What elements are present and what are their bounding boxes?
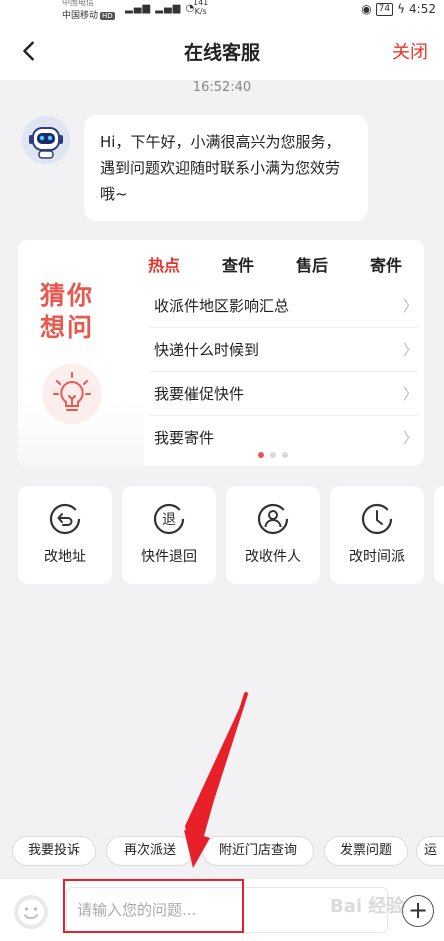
net-speed: 141 K/s <box>193 0 209 16</box>
action-label: 改地址 <box>44 549 86 565</box>
svg-text:退: 退 <box>162 512 176 528</box>
plus-icon[interactable]: + <box>402 895 434 927</box>
signal-icon: ▂▄▆ ▂▄▆ ◔ <box>125 3 196 14</box>
watermark: Bai 经验 <box>330 896 405 917</box>
bot-message-bubble: Hi，下午好，小满很高兴为您服务，遇到问题欢迎随时联系小满为您效劳哦~ <box>84 115 368 221</box>
battery-icon: 74 <box>375 2 394 16</box>
chevron-right-icon: 〉 <box>402 429 418 447</box>
page-title: 在线客服 <box>183 42 260 64</box>
status-right: ◉ 74 ϟ 4:52 <box>361 2 436 16</box>
chip-redeliver[interactable]: 再次派送 <box>106 836 194 866</box>
tab-hot[interactable]: 热点 <box>148 252 180 276</box>
header: 在线客服 关闭 <box>0 22 444 80</box>
guess-tabs: 热点 查件 售后 寄件 <box>146 248 424 282</box>
action-label: 改时间派 <box>349 549 405 565</box>
chip-more[interactable]: 运 <box>416 836 444 866</box>
return-circle-icon: 退 <box>153 503 185 535</box>
carrier-bottom: 中国移动 HD <box>62 11 115 21</box>
page-dot <box>258 452 264 458</box>
eye-icon: ◉ <box>361 2 372 16</box>
guess-title: 猜你想问 <box>40 281 95 342</box>
chevron-right-icon: 〉 <box>402 341 418 359</box>
chip-invoice[interactable]: 发票问题 <box>324 836 408 866</box>
action-label: 快件退回 <box>141 549 197 565</box>
person-circle-icon <box>257 503 289 535</box>
action-return-parcel[interactable]: 退 快件退回 <box>122 486 216 584</box>
status-bar: 中国电信 中国移动 HD ▂▄▆ ▂▄▆ ◔ 141 K/s ◉ 74 ϟ 4:52 <box>0 0 444 22</box>
action-change-time[interactable]: 改时间派 <box>330 486 424 584</box>
page-indicator <box>258 452 288 458</box>
close-button[interactable]: 关闭 <box>392 38 428 64</box>
chevron-right-icon: 〉 <box>402 297 418 315</box>
chip-complaint[interactable]: 我要投诉 <box>12 836 96 866</box>
list-item[interactable]: 我要催促快件〉 <box>148 372 418 416</box>
guess-questions-card: 猜你想问 热点 查件 售后 寄件 收派件地区影响汇总〉 快递什么时候到 〉 我要… <box>18 240 424 466</box>
undo-circle-icon <box>49 503 81 535</box>
carrier-top: 中国电信 <box>62 0 94 7</box>
action-change-recipient[interactable]: 改收件人 <box>226 486 320 584</box>
highlight-box <box>63 879 244 933</box>
quick-actions: 改地址 退 快件退回 改收件人 改时间派 <box>18 486 444 584</box>
hd-badge: HD <box>100 12 115 20</box>
page-dot <box>270 452 276 458</box>
robot-avatar-icon <box>22 116 70 164</box>
action-label: 改收件人 <box>245 549 301 565</box>
page-dot <box>282 452 288 458</box>
quick-reply-chips: 我要投诉 再次派送 附近门店查询 发票问题 运 <box>12 836 444 866</box>
tab-track[interactable]: 查件 <box>222 252 254 276</box>
emoji-icon[interactable] <box>14 895 48 929</box>
question-list: 收派件地区影响汇总〉 快递什么时候到〉 我要催促快件〉 我要寄件〉 <box>148 284 418 460</box>
clock-circle-icon <box>361 503 393 535</box>
tab-send[interactable]: 寄件 <box>370 252 402 276</box>
action-partial[interactable] <box>434 486 444 584</box>
tab-after-sales[interactable]: 售后 <box>296 252 328 276</box>
list-item[interactable]: 快递什么时候到〉 <box>148 328 418 372</box>
lightbulb-icon <box>42 364 102 424</box>
charging-icon: ϟ <box>397 2 406 16</box>
chip-nearby-store[interactable]: 附近门店查询 <box>202 836 314 866</box>
chat-timestamp: 16:52:40 <box>192 80 252 95</box>
guess-left-panel: 猜你想问 <box>18 240 144 466</box>
action-change-address[interactable]: 改地址 <box>18 486 112 584</box>
list-item[interactable]: 收派件地区影响汇总〉 <box>148 284 418 328</box>
clock-time: 4:52 <box>409 2 436 16</box>
chevron-right-icon: 〉 <box>402 385 418 403</box>
